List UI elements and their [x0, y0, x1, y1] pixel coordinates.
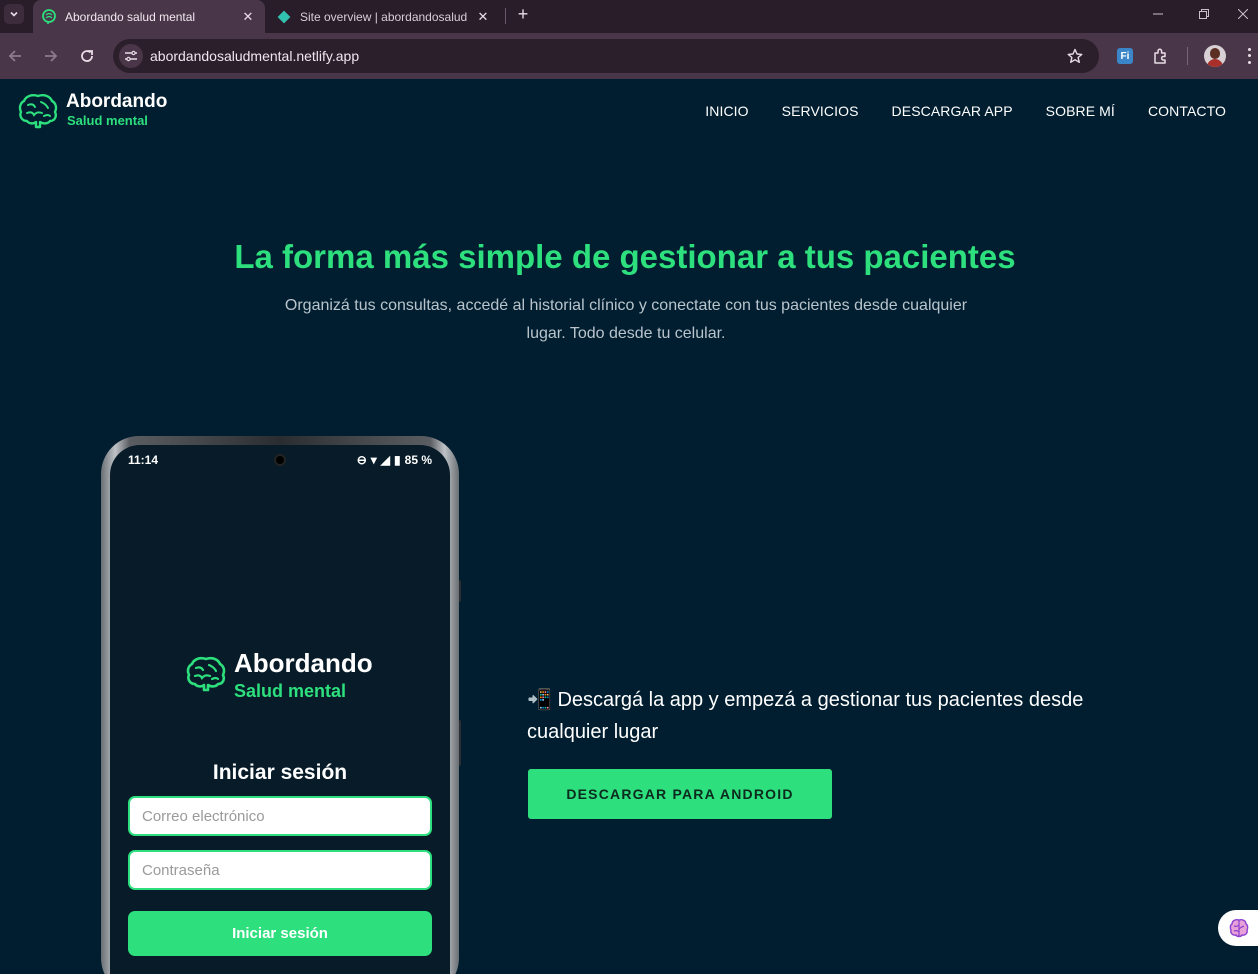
- nav-link-contacto[interactable]: CONTACTO: [1148, 103, 1226, 119]
- close-icon[interactable]: ✕: [474, 8, 492, 26]
- download-message: Descargá la app y empezá a gestionar tus…: [527, 689, 1084, 743]
- browser-tab-active[interactable]: Abordando salud mental ✕: [33, 0, 265, 33]
- nav-link-inicio[interactable]: INICIO: [705, 103, 748, 119]
- toolbar-divider: [1187, 47, 1188, 65]
- login-button[interactable]: Iniciar sesión: [128, 911, 432, 956]
- browser-toolbar: abordandosaludmental.netlify.app Fi: [0, 33, 1258, 79]
- floating-chat-button[interactable]: [1218, 910, 1258, 946]
- brand-text: Abordando Salud mental: [66, 91, 168, 129]
- minimize-icon: [1153, 13, 1163, 15]
- app-tagline: Salud mental: [234, 681, 347, 701]
- email-field[interactable]: [128, 796, 432, 836]
- extensions-button[interactable]: [1151, 46, 1171, 66]
- download-text: 📲 Descargá la app y empezá a gestionar t…: [527, 684, 1127, 748]
- status-time: 11:14: [128, 453, 159, 467]
- phone-mockup: 11:14 ⊖ ▾ ◢ ▮ 85 % Abordando Salud menta…: [101, 436, 459, 974]
- tab-title: Site overview | abordandosalud: [300, 9, 468, 24]
- back-button[interactable]: [1, 42, 29, 70]
- reload-button[interactable]: [73, 42, 101, 70]
- tab-search-button[interactable]: [4, 4, 24, 24]
- forward-button[interactable]: [37, 42, 65, 70]
- signal-icon: ◢: [380, 453, 391, 467]
- status-icons: ⊖ ▾ ◢ ▮ 85 %: [353, 453, 432, 467]
- profile-avatar[interactable]: [1204, 45, 1226, 67]
- wifi-icon: ▾: [370, 453, 377, 467]
- hero-subtitle: Organizá tus consultas, accedé al histor…: [284, 297, 968, 342]
- brain-icon: [1229, 919, 1249, 938]
- main-nav: INICIO SERVICIOS DESCARGAR APP SOBRE MÍ …: [672, 103, 1226, 119]
- app-brand: Abordando Salud mental: [186, 649, 373, 702]
- app-brand-text: Abordando Salud mental: [234, 649, 373, 702]
- brain-icon: [186, 656, 226, 692]
- restore-icon: [1199, 9, 1209, 19]
- brain-icon: [41, 8, 57, 25]
- hero-title: La forma más simple de gestionar a tus p…: [234, 238, 1016, 275]
- site-info-button[interactable]: [119, 44, 143, 68]
- chevron-down-icon: [10, 11, 18, 17]
- phone-screen: 11:14 ⊖ ▾ ◢ ▮ 85 % Abordando Salud menta…: [110, 445, 450, 974]
- login-title: Iniciar sesión: [212, 761, 348, 784]
- tab-divider: [505, 8, 506, 24]
- nav-link-servicios[interactable]: SERVICIOS: [782, 103, 859, 119]
- site-header: Abordando Salud mental INICIO SERVICIOS …: [0, 79, 1258, 143]
- battery-icon: ▮: [394, 453, 401, 467]
- browser-menu-icon[interactable]: [1244, 46, 1254, 66]
- close-icon: [1237, 9, 1248, 19]
- nav-link-descargar-app[interactable]: DESCARGAR APP: [892, 103, 1013, 119]
- camera-icon: [274, 454, 286, 466]
- brand-tagline: Salud mental: [67, 113, 148, 128]
- brand-logo-link[interactable]: Abordando Salud mental: [18, 92, 167, 130]
- puzzle-icon: [1154, 48, 1166, 64]
- tune-icon: [125, 50, 137, 62]
- arrow-left-icon: [8, 50, 21, 62]
- app-name: Abordando: [234, 648, 373, 678]
- dnd-icon: ⊖: [356, 453, 367, 467]
- brand-name: Abordando: [66, 91, 168, 112]
- tab-title: Abordando salud mental: [65, 9, 196, 24]
- download-android-button[interactable]: DESCARGAR PARA ANDROID: [528, 769, 832, 819]
- extension-fi-icon[interactable]: Fi: [1117, 48, 1133, 64]
- phone-status-bar: 11:14 ⊖ ▾ ◢ ▮ 85 %: [110, 445, 450, 475]
- mobile-download-icon: 📲: [527, 689, 552, 711]
- nav-link-sobre-mi[interactable]: SOBRE MÍ: [1046, 103, 1115, 119]
- bookmark-star-button[interactable]: [1065, 46, 1085, 66]
- brain-icon: [18, 94, 58, 129]
- minimize-button[interactable]: [1135, 0, 1181, 28]
- url-text[interactable]: abordandosaludmental.netlify.app: [150, 48, 359, 64]
- browser-tab-strip: Abordando salud mental ✕ Site overview |…: [0, 0, 1258, 33]
- address-bar[interactable]: abordandosaludmental.netlify.app: [113, 39, 1099, 73]
- restore-button[interactable]: [1181, 0, 1227, 28]
- star-icon: [1067, 48, 1083, 63]
- password-field[interactable]: [128, 850, 432, 890]
- browser-tab[interactable]: Site overview | abordandosalud ✕: [268, 0, 500, 33]
- new-tab-button[interactable]: +: [512, 3, 534, 25]
- arrow-right-icon: [45, 50, 58, 62]
- battery-level: 85 %: [404, 453, 432, 467]
- close-icon[interactable]: ✕: [239, 8, 257, 26]
- reload-icon: [81, 50, 93, 62]
- close-window-button[interactable]: [1227, 0, 1258, 28]
- netlify-icon: [276, 9, 292, 25]
